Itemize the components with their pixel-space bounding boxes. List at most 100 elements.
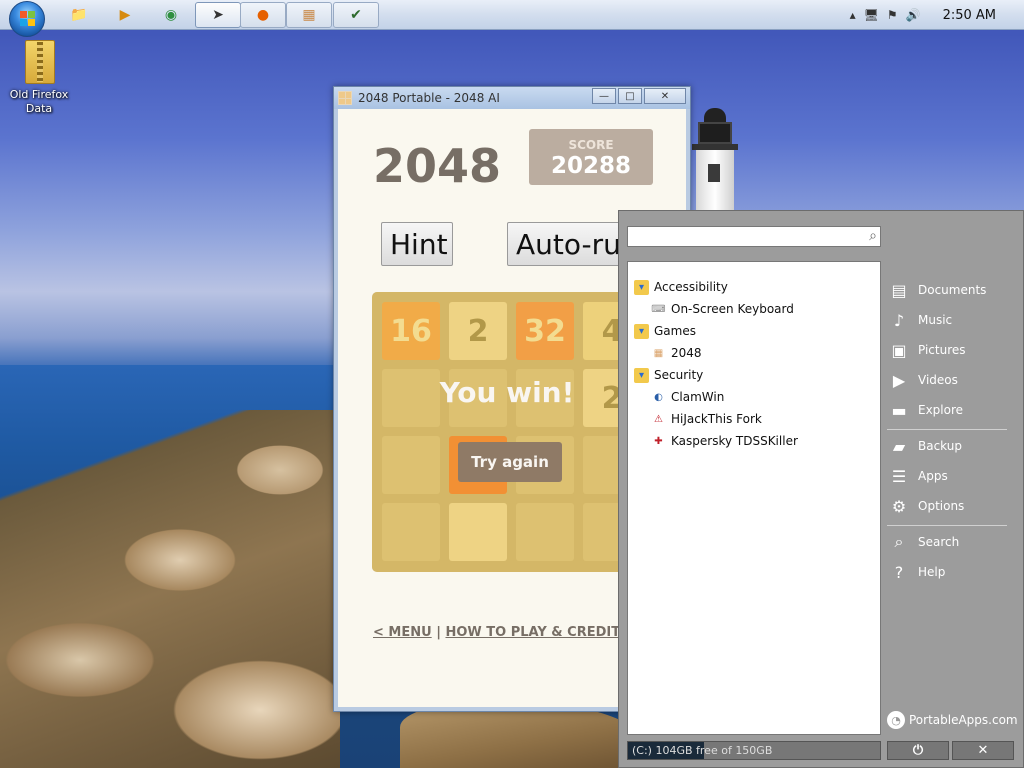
media-player-taskbar-button[interactable]: ▶ xyxy=(102,2,148,28)
app-label: On-Screen Keyboard xyxy=(671,302,794,316)
close-button[interactable]: ✕ xyxy=(644,88,686,104)
menu-options[interactable]: ⚙ Options xyxy=(889,493,964,519)
category-label: Games xyxy=(654,324,696,338)
app-label: HiJackThis Fork xyxy=(671,412,762,426)
maximize-button[interactable]: □ xyxy=(618,88,642,104)
game-board[interactable]: 1623242 You win! Try again xyxy=(372,292,642,572)
explorer-taskbar-button[interactable]: 📁 xyxy=(56,2,102,28)
hijackthis-icon: ⚠ xyxy=(654,413,663,425)
show-hidden-icons-icon[interactable]: ▴ xyxy=(850,8,856,22)
app-label: 2048 xyxy=(671,346,702,360)
2048-app-icon: ▦ xyxy=(653,347,664,359)
search-icon: ⌕ xyxy=(894,532,904,551)
keyboard-icon: ⌨ xyxy=(651,303,666,315)
menu-apps[interactable]: ☰ Apps xyxy=(889,463,948,489)
firefox-icon: ● xyxy=(256,7,270,23)
app-item[interactable]: ⌨ On-Screen Keyboard xyxy=(651,299,794,319)
close-menu-button[interactable]: ✕ xyxy=(952,741,1014,760)
media-player-icon: ▶ xyxy=(119,7,131,23)
category-folder-icon: ▾ xyxy=(634,367,649,383)
menu-label: Music xyxy=(918,313,953,327)
menu-backup[interactable]: ▰ Backup xyxy=(889,433,962,459)
menu-explore[interactable]: ▬ Explore xyxy=(889,397,963,423)
menu-label: Documents xyxy=(918,283,987,297)
category-label: Accessibility xyxy=(654,280,728,294)
menu-separator xyxy=(887,429,1007,430)
action-center-flag-icon[interactable]: ⚑ xyxy=(887,8,898,22)
cursor-app-taskbar-button[interactable]: ➤ xyxy=(195,2,241,28)
zip-folder-icon xyxy=(21,40,57,84)
2048-taskbar-button[interactable]: ▦ xyxy=(286,2,332,28)
app-item[interactable]: ⚠ HiJackThis Fork xyxy=(651,409,762,429)
window-title: 2048 Portable - 2048 AI xyxy=(358,91,500,105)
power-button[interactable]: ⏻ xyxy=(887,741,949,760)
game-title: 2048 xyxy=(373,139,502,193)
menu-pictures[interactable]: ▣ Pictures xyxy=(889,337,966,363)
network-icon[interactable]: 🖥 xyxy=(864,8,879,22)
window-titlebar[interactable]: 2048 Portable - 2048 AI — □ ✕ xyxy=(334,87,690,109)
clamwin-icon: ◐ xyxy=(654,391,663,403)
win-overlay xyxy=(372,292,642,572)
desktop-icon-label: Old Firefox Data xyxy=(9,88,69,115)
volume-icon[interactable]: 🔊 xyxy=(906,8,921,22)
portableapps-brand-label: PortableApps.com xyxy=(909,713,1018,727)
app-list: ▾ Accessibility ⌨ On-Screen Keyboard ▾ Games ▦… xyxy=(627,261,881,735)
system-tray: ▴ 🖥 ⚑ 🔊 2:50 AM xyxy=(850,0,1024,30)
menu-videos[interactable]: ▶ Videos xyxy=(889,367,958,393)
documents-icon: ▤ xyxy=(891,280,907,300)
videos-icon: ▶ xyxy=(892,370,906,390)
explorer-icon: 📁 xyxy=(70,7,88,23)
menu-documents[interactable]: ▤ Documents xyxy=(889,277,986,303)
menu-search[interactable]: ⌕ Search xyxy=(889,529,960,555)
category-games[interactable]: ▾ Games xyxy=(634,321,696,341)
portableapps-search-input[interactable]: ⌕ xyxy=(627,226,881,247)
search-icon[interactable]: ⌕ xyxy=(869,228,877,244)
category-label: Security xyxy=(654,368,704,382)
app-item[interactable]: ✚ Kaspersky TDSSKiller xyxy=(651,431,798,451)
menu-label: Options xyxy=(918,499,965,513)
menu-label: Help xyxy=(918,565,946,579)
music-icon: ♪ xyxy=(893,310,905,330)
app-label: Kaspersky TDSSKiller xyxy=(671,434,798,448)
apps-icon: ☰ xyxy=(891,466,907,486)
menu-label: Apps xyxy=(918,469,948,483)
menu-label: Videos xyxy=(918,373,958,387)
portableapps-logo-icon: ◔ xyxy=(887,711,905,729)
desktop-icon-old-firefox-data[interactable]: Old Firefox Data xyxy=(4,40,74,116)
portableapps-menu: ⌕ ▾ Accessibility ⌨ On-Screen Keyboard ▾ Game… xyxy=(618,210,1024,768)
hint-button[interactable]: Hint xyxy=(381,222,453,266)
app-item[interactable]: ◐ ClamWin xyxy=(651,387,724,407)
menu-help[interactable]: ? Help xyxy=(889,559,946,585)
menu-separator xyxy=(887,525,1007,526)
minimize-button[interactable]: — xyxy=(592,88,616,104)
taskbar-clock[interactable]: 2:50 AM xyxy=(943,8,996,23)
start-button[interactable] xyxy=(9,1,45,37)
category-accessibility[interactable]: ▾ Accessibility xyxy=(634,277,728,297)
link-separator: | xyxy=(436,625,441,640)
firefox-taskbar-button[interactable]: ● xyxy=(240,2,286,28)
chrome-icon: ◉ xyxy=(164,7,178,23)
rocks-background xyxy=(0,410,340,768)
chrome-taskbar-button[interactable]: ◉ xyxy=(148,2,194,28)
drive-status-text: (C:) 104GB free of 150GB xyxy=(632,744,773,757)
tools-taskbar-button[interactable]: ✔ xyxy=(333,2,379,28)
pictures-icon: ▣ xyxy=(891,340,907,360)
category-folder-icon: ▾ xyxy=(634,323,649,339)
menu-label: Pictures xyxy=(918,343,966,357)
app-item[interactable]: ▦ 2048 xyxy=(651,343,702,363)
tools-icon: ✔ xyxy=(350,7,362,23)
score-box: SCORE 20288 xyxy=(529,129,653,185)
backup-icon: ▰ xyxy=(892,436,906,456)
menu-music[interactable]: ♪ Music xyxy=(889,307,952,333)
category-security[interactable]: ▾ Security xyxy=(634,365,703,385)
footer-links: < MENU | HOW TO PLAY & CREDITS xyxy=(373,625,629,640)
menu-label: Backup xyxy=(918,439,962,453)
menu-link[interactable]: < MENU xyxy=(373,625,432,640)
how-to-play-credits-link[interactable]: HOW TO PLAY & CREDITS xyxy=(445,625,629,640)
try-again-button[interactable]: Try again xyxy=(458,442,562,482)
taskbar: 📁 ▶ ◉ ➤ ● ▦ ✔ ▴ 🖥 ⚑ 🔊 2:50 AM xyxy=(0,0,1024,30)
gear-icon: ⚙ xyxy=(891,496,907,516)
menu-label: Search xyxy=(918,535,960,549)
portableapps-brand[interactable]: ◔ PortableApps.com xyxy=(887,711,1018,729)
app-label: ClamWin xyxy=(671,390,725,404)
